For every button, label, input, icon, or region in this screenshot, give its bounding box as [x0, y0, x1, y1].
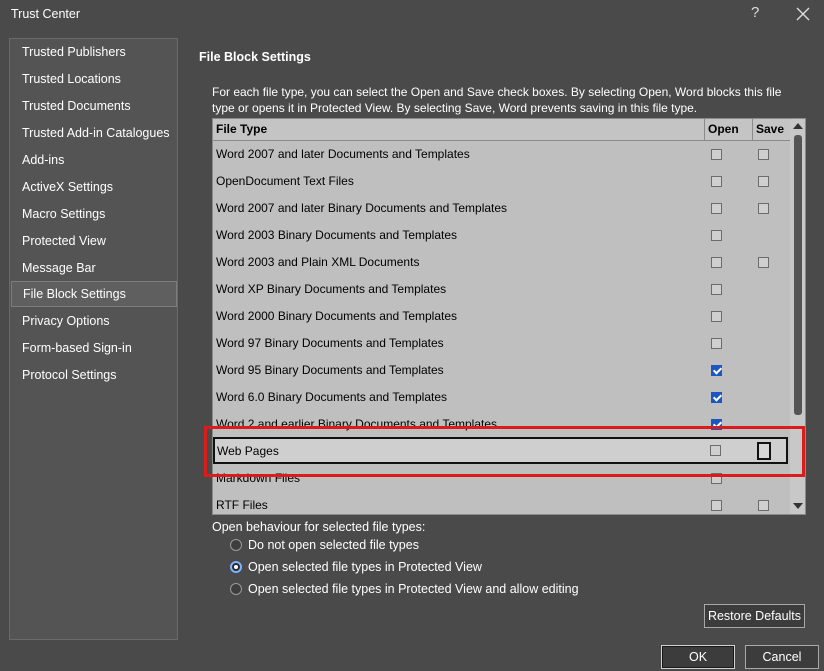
- scroll-down-icon[interactable]: [793, 503, 803, 509]
- scroll-up-icon[interactable]: [793, 123, 803, 129]
- save-checkbox[interactable]: [758, 257, 769, 268]
- save-checkbox[interactable]: [758, 176, 769, 187]
- open-checkbox[interactable]: [711, 338, 722, 349]
- section-description: For each file type, you can select the O…: [212, 85, 782, 115]
- scroll-thumb[interactable]: [794, 135, 802, 415]
- help-button[interactable]: ?: [751, 4, 759, 21]
- open-checkbox[interactable]: [711, 203, 722, 214]
- column-header-file-type[interactable]: File Type: [213, 119, 705, 140]
- sidebar-item-privacy-options[interactable]: Privacy Options: [10, 308, 177, 334]
- sidebar-item-trusted-documents[interactable]: Trusted Documents: [10, 93, 177, 119]
- open-checkbox[interactable]: [711, 311, 722, 322]
- open-behaviour-label: Open behaviour for selected file types:: [212, 520, 426, 534]
- table-row[interactable]: Word 2007 and later Documents and Templa…: [213, 141, 790, 168]
- table-row[interactable]: Word 2007 and later Binary Documents and…: [213, 195, 790, 222]
- column-header-save[interactable]: Save: [753, 119, 790, 140]
- radio-label: Do not open selected file types: [248, 538, 419, 552]
- table-row[interactable]: Word 2000 Binary Documents and Templates: [213, 303, 790, 330]
- save-checkbox[interactable]: [758, 203, 769, 214]
- row-label: Word 2003 and Plain XML Documents: [216, 255, 420, 269]
- table-row[interactable]: Word 2003 and Plain XML Documents: [213, 249, 790, 276]
- table-row[interactable]: RTF Files: [213, 492, 790, 514]
- open-checkbox[interactable]: [711, 149, 722, 160]
- open-checkbox[interactable]: [711, 284, 722, 295]
- row-label: RTF Files: [216, 498, 268, 512]
- table-row[interactable]: Word XP Binary Documents and Templates: [213, 276, 790, 303]
- row-label: Word 95 Binary Documents and Templates: [216, 363, 444, 377]
- table-row[interactable]: Word 2003 Binary Documents and Templates: [213, 222, 790, 249]
- row-label: OpenDocument Text Files: [216, 174, 354, 188]
- sidebar-item-form-based-sign-in[interactable]: Form-based Sign-in: [10, 335, 177, 361]
- row-label: Word 97 Binary Documents and Templates: [216, 336, 444, 350]
- title-bar: Trust Center ?: [0, 0, 824, 30]
- sidebar-item-trusted-addin-catalogues[interactable]: Trusted Add-in Catalogues: [10, 120, 177, 146]
- page-title: File Block Settings: [199, 50, 311, 64]
- radio-button-selected[interactable]: [230, 561, 242, 573]
- radio-label: Open selected file types in Protected Vi…: [248, 560, 482, 574]
- row-label: Word XP Binary Documents and Templates: [216, 282, 447, 296]
- restore-defaults-button[interactable]: Restore Defaults: [704, 604, 805, 628]
- open-checkbox[interactable]: [711, 176, 722, 187]
- table-row[interactable]: Word 6.0 Binary Documents and Templates: [213, 384, 790, 411]
- column-header-open[interactable]: Open: [705, 119, 753, 140]
- sidebar-item-message-bar[interactable]: Message Bar: [10, 255, 177, 281]
- radio-label: Open selected file types in Protected Vi…: [248, 582, 579, 596]
- sidebar-item-trusted-publishers[interactable]: Trusted Publishers: [10, 39, 177, 65]
- sidebar-item-trusted-locations[interactable]: Trusted Locations: [10, 66, 177, 92]
- row-label: Word 2003 Binary Documents and Templates: [216, 228, 458, 242]
- grid-header: File Type Open Save: [213, 119, 790, 141]
- cancel-button[interactable]: Cancel: [745, 645, 819, 669]
- row-label: Word 2007 and later Documents and Templa…: [216, 147, 470, 161]
- sidebar-item-macro-settings[interactable]: Macro Settings: [10, 201, 177, 227]
- sidebar-item-file-block-settings[interactable]: File Block Settings: [11, 281, 177, 307]
- save-checkbox[interactable]: [758, 149, 769, 160]
- open-checkbox[interactable]: [711, 257, 722, 268]
- annotation-highlight-box: [204, 426, 805, 477]
- close-icon: [796, 7, 810, 21]
- table-row[interactable]: OpenDocument Text Files: [213, 168, 790, 195]
- sidebar-item-protocol-settings[interactable]: Protocol Settings: [10, 362, 177, 388]
- open-checkbox[interactable]: [711, 230, 722, 241]
- ok-button[interactable]: OK: [661, 645, 735, 669]
- row-label: Word 2000 Binary Documents and Templates: [216, 309, 458, 323]
- table-row[interactable]: Word 97 Binary Documents and Templates: [213, 330, 790, 357]
- open-checkbox[interactable]: [711, 365, 722, 376]
- save-checkbox[interactable]: [758, 500, 769, 511]
- open-checkbox[interactable]: [711, 392, 722, 403]
- close-button[interactable]: [794, 5, 812, 23]
- sidebar-nav: Trusted Publishers Trusted Locations Tru…: [9, 38, 178, 640]
- window-title: Trust Center: [11, 7, 81, 21]
- table-row[interactable]: Word 95 Binary Documents and Templates: [213, 357, 790, 384]
- radio-button[interactable]: [230, 539, 242, 551]
- open-checkbox[interactable]: [711, 500, 722, 511]
- sidebar-item-activex-settings[interactable]: ActiveX Settings: [10, 174, 177, 200]
- radio-button[interactable]: [230, 583, 242, 595]
- sidebar-item-protected-view[interactable]: Protected View: [10, 228, 177, 254]
- row-label: Word 6.0 Binary Documents and Templates: [216, 390, 448, 404]
- row-label: Word 2007 and later Binary Documents and…: [216, 201, 508, 215]
- sidebar-item-addins[interactable]: Add-ins: [10, 147, 177, 173]
